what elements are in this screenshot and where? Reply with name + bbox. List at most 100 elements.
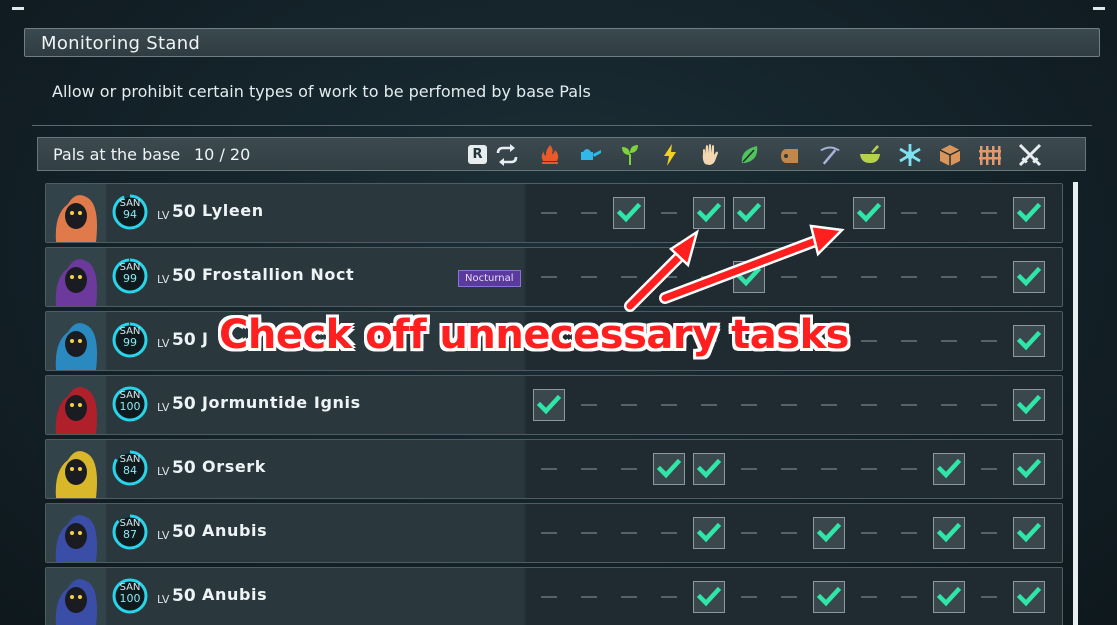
work-checkbox-unchecked[interactable]	[893, 453, 925, 485]
work-checkbox-unchecked[interactable]	[693, 261, 725, 293]
work-checkbox-checked[interactable]	[693, 197, 725, 229]
work-checkbox-unchecked[interactable]	[653, 261, 685, 293]
work-checkbox-unchecked[interactable]	[613, 261, 645, 293]
dash-icon	[581, 468, 597, 470]
work-checkbox-unchecked[interactable]	[533, 581, 565, 613]
work-checkbox-unchecked[interactable]	[853, 261, 885, 293]
checkmark-icon	[736, 202, 762, 223]
work-checkbox-checked[interactable]	[653, 453, 685, 485]
work-checkbox-unchecked[interactable]	[653, 389, 685, 421]
work-checkbox-unchecked[interactable]	[973, 325, 1005, 357]
work-checkbox-checked[interactable]	[933, 581, 965, 613]
work-checkbox-checked[interactable]	[1013, 325, 1045, 357]
work-checkbox-checked[interactable]	[733, 261, 765, 293]
work-checkbox-checked[interactable]	[1013, 261, 1045, 293]
work-checkbox-unchecked[interactable]	[773, 453, 805, 485]
work-checkbox-unchecked[interactable]	[533, 453, 565, 485]
work-checkbox-unchecked[interactable]	[653, 197, 685, 229]
work-checkbox-unchecked[interactable]	[613, 517, 645, 549]
work-checkbox-unchecked[interactable]	[653, 581, 685, 613]
work-checkbox-unchecked[interactable]	[813, 389, 845, 421]
level-label: LV	[157, 209, 170, 222]
work-checkbox-unchecked[interactable]	[813, 197, 845, 229]
work-checkbox-unchecked[interactable]	[733, 453, 765, 485]
work-checkbox-unchecked[interactable]	[613, 389, 645, 421]
cycle-icon[interactable]	[495, 144, 519, 166]
work-checkbox-unchecked[interactable]	[773, 517, 805, 549]
work-checkbox-unchecked[interactable]	[653, 517, 685, 549]
work-checkbox-unchecked[interactable]	[533, 261, 565, 293]
work-checkbox-unchecked[interactable]	[573, 581, 605, 613]
work-checkbox-checked[interactable]	[1013, 389, 1045, 421]
work-checkbox-unchecked[interactable]	[893, 581, 925, 613]
planting-icon	[622, 145, 638, 165]
work-checkbox-unchecked[interactable]	[613, 453, 645, 485]
work-checkbox-unchecked[interactable]	[613, 581, 645, 613]
dash-icon	[821, 468, 837, 470]
work-checkbox-unchecked[interactable]	[853, 453, 885, 485]
work-checkbox-unchecked[interactable]	[973, 453, 1005, 485]
work-checkbox-unchecked[interactable]	[533, 517, 565, 549]
dash-icon	[981, 404, 997, 406]
work-checkbox-unchecked[interactable]	[533, 197, 565, 229]
work-checkbox-unchecked[interactable]	[693, 389, 725, 421]
work-checkbox-checked[interactable]	[933, 517, 965, 549]
work-checkbox-unchecked[interactable]	[973, 581, 1005, 613]
work-checkbox-unchecked[interactable]	[853, 325, 885, 357]
r-key-icon[interactable]: R	[468, 145, 487, 164]
work-checkbox-checked[interactable]	[813, 581, 845, 613]
work-checkbox-unchecked[interactable]	[733, 517, 765, 549]
work-checkbox-unchecked[interactable]	[933, 389, 965, 421]
checkmark-icon	[696, 586, 722, 607]
work-checkbox-unchecked[interactable]	[933, 197, 965, 229]
pal-name: J	[202, 329, 209, 348]
work-checkbox-unchecked[interactable]	[973, 197, 1005, 229]
work-checkbox-unchecked[interactable]	[973, 517, 1005, 549]
work-checkbox-unchecked[interactable]	[573, 389, 605, 421]
work-checkbox-unchecked[interactable]	[893, 261, 925, 293]
work-checkbox-unchecked[interactable]	[733, 581, 765, 613]
work-checkbox-unchecked[interactable]	[773, 581, 805, 613]
work-checkbox-checked[interactable]	[733, 197, 765, 229]
work-checkbox-unchecked[interactable]	[573, 261, 605, 293]
work-checkbox-unchecked[interactable]	[893, 389, 925, 421]
dash-icon	[581, 532, 597, 534]
dash-icon	[941, 340, 957, 342]
work-checkbox-unchecked[interactable]	[813, 453, 845, 485]
work-checkbox-unchecked[interactable]	[773, 261, 805, 293]
work-checkbox-checked[interactable]	[613, 197, 645, 229]
work-checkbox-checked[interactable]	[533, 389, 565, 421]
work-checkbox-unchecked[interactable]	[773, 389, 805, 421]
work-checkbox-checked[interactable]	[693, 517, 725, 549]
work-checkbox-unchecked[interactable]	[733, 389, 765, 421]
work-checkbox-checked[interactable]	[693, 581, 725, 613]
work-checkbox-unchecked[interactable]	[853, 517, 885, 549]
work-checkbox-unchecked[interactable]	[893, 325, 925, 357]
work-checkbox-unchecked[interactable]	[853, 581, 885, 613]
work-checkbox-checked[interactable]	[1013, 453, 1045, 485]
work-checkbox-unchecked[interactable]	[973, 389, 1005, 421]
work-checkbox-checked[interactable]	[853, 197, 885, 229]
work-checkbox-checked[interactable]	[1013, 517, 1045, 549]
work-checkbox-checked[interactable]	[1013, 581, 1045, 613]
work-checkbox-unchecked[interactable]	[813, 261, 845, 293]
work-checkbox-unchecked[interactable]	[573, 197, 605, 229]
work-checkbox-unchecked[interactable]	[573, 517, 605, 549]
work-checkbox-checked[interactable]	[1013, 197, 1045, 229]
scrollbar[interactable]	[1073, 182, 1078, 625]
work-checkbox-unchecked[interactable]	[973, 261, 1005, 293]
work-checkbox-unchecked[interactable]	[573, 453, 605, 485]
checkmark-icon	[936, 586, 962, 607]
work-checkbox-unchecked[interactable]	[933, 325, 965, 357]
work-checkbox-checked[interactable]	[813, 517, 845, 549]
pals-header: Pals at the base 10 / 20 R	[37, 137, 1086, 171]
work-checkbox-unchecked[interactable]	[853, 389, 885, 421]
work-checkbox-unchecked[interactable]	[893, 197, 925, 229]
pal-portrait	[46, 248, 106, 306]
work-checkbox-unchecked[interactable]	[933, 261, 965, 293]
work-checkbox-checked[interactable]	[693, 453, 725, 485]
work-checkbox-unchecked[interactable]	[893, 517, 925, 549]
work-checkbox-unchecked[interactable]	[773, 197, 805, 229]
checkmark-icon	[936, 458, 962, 479]
work-checkbox-checked[interactable]	[933, 453, 965, 485]
